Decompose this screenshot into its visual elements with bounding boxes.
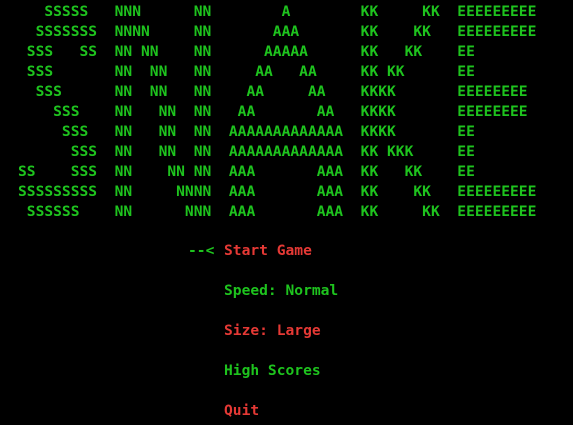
title-art-line: SSS NN NN NN AA AA KK KK EE: [18, 63, 475, 80]
title-art-line: SSS NN NN NN AA AA KKKK EEEEEEEE: [18, 83, 528, 100]
title-art-line: SSSSSSS NNNN NN AAA KK KK EEEEEEEEE: [18, 23, 537, 40]
menu-selection-cursor: --<: [188, 242, 215, 259]
title-art-line: SS SSS NN NN NN AAA AAA KK KK EE: [18, 163, 475, 180]
title-art-line: SSS NN NN NN AAAAAAAAAAAAA KK KKK EE: [18, 143, 475, 160]
title-art-line: SSS SS NN NN NN AAAAA KK KK EE: [18, 43, 475, 60]
title-art-line: SSSSSSSSS NN NNNN AAA AAA KK KK EEEEEEEE…: [18, 183, 537, 200]
menu-item-size[interactable]: Size: Large: [224, 321, 321, 341]
snake-title-ascii-art: SSSSS NNN NN A KK KK EEEEEEEEE SSSSSSS N…: [18, 2, 536, 222]
title-art-line: SSS NN NN NN AAAAAAAAAAAAA KKKK EE: [18, 123, 475, 140]
title-art-line: SSS NN NN NN AA AA KKKK EEEEEEEE: [18, 103, 528, 120]
menu-item-high-scores[interactable]: High Scores: [224, 361, 321, 381]
title-art-line: SSSSSS NN NNN AAA AAA KK KK EEEEEEEEE: [18, 203, 537, 220]
menu-item-quit[interactable]: Quit: [224, 401, 259, 421]
title-art-line: SSSSS NNN NN A KK KK EEEEEEEEE: [18, 3, 537, 20]
menu-item-start-game[interactable]: Start Game: [224, 241, 312, 261]
menu-item-speed[interactable]: Speed: Normal: [224, 281, 338, 301]
